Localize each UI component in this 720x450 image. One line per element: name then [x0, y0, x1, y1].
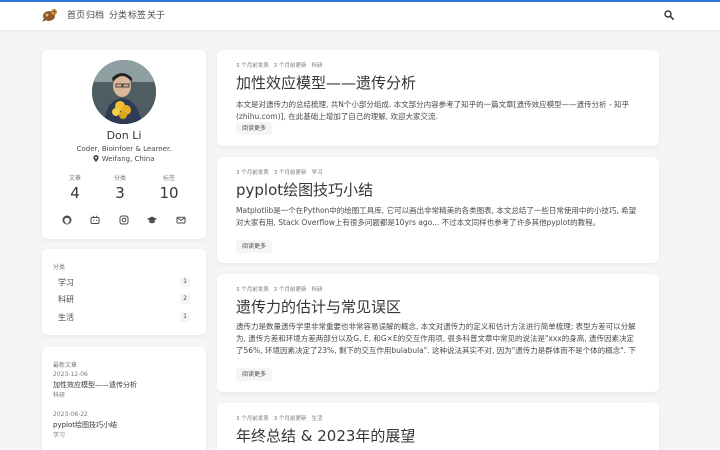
scholar-icon[interactable] — [147, 215, 157, 225]
nav-home[interactable]: 首页 — [67, 10, 85, 22]
email-icon[interactable] — [176, 215, 186, 225]
post-category[interactable]: 科研 — [312, 287, 323, 293]
stat-posts-label: 文章 — [68, 175, 81, 182]
post-card: 3 个月前发表 3 个月前更新 科研 加性效应模型——遗传分析 本文是对遗传力的总结… — [217, 50, 659, 146]
post-title[interactable]: 遗传力的估计与常见误区 — [236, 296, 401, 317]
post-card: 3 个月前发表 3 个月前更新 生活 年终总结 & 2023年的展望 — [217, 403, 659, 450]
categories-title: 分类 — [53, 264, 66, 271]
recent-post-title[interactable]: 加性效应模型——遗传分析 — [53, 380, 137, 390]
nav-tags[interactable]: 标签 — [128, 10, 146, 22]
categories-card: 分类 学习 1 科研 2 生活 1 — [42, 249, 206, 335]
post-title[interactable]: pyplot绘图技巧小结 — [236, 179, 373, 200]
read-more-button[interactable]: 阅读更多 — [236, 240, 273, 253]
post-meta: 3 个月前发表 3 个月前更新 学习 — [236, 168, 328, 176]
post-published: 3 个月前发表 — [236, 287, 269, 293]
post-excerpt: Matplotlib是一个在Python中的绘图工具库, 它可以画出非常精美的各… — [236, 206, 637, 227]
stat-categories-value: 3 — [115, 184, 125, 202]
instagram-icon[interactable] — [119, 215, 129, 225]
category-count: 2 — [180, 294, 190, 304]
post-card: 3 个月前发表 3 个月前更新 学习 pyplot绘图技巧小结 Matplotlib… — [217, 157, 659, 263]
stat-categories-label: 分类 — [113, 175, 126, 182]
read-more-button[interactable]: 阅读更多 — [236, 122, 273, 135]
location-text: Weifang, China — [101, 155, 155, 163]
post-category[interactable]: 学习 — [312, 170, 323, 176]
recent-post-category[interactable]: 学习 — [53, 430, 65, 439]
post-title[interactable]: 加性效应模型——遗传分析 — [236, 72, 416, 93]
category-item[interactable]: 生活 1 — [58, 311, 190, 325]
profile-name: Don Li — [106, 129, 142, 142]
nav-about[interactable]: 关于 — [147, 10, 165, 22]
recent-posts-card: 最新文章 2023-12-06 加性效应模型——遗传分析 科研 2023-08-… — [42, 347, 206, 450]
map-marker-icon — [93, 155, 100, 162]
profile-description: Coder, Bioinfoer & Learner. — [76, 145, 172, 153]
category-name: 生活 — [58, 313, 74, 322]
post-updated: 3 个月前更新 — [273, 170, 307, 176]
logo-icon[interactable] — [42, 8, 58, 22]
post-title[interactable]: 年终总结 & 2023年的展望 — [236, 425, 415, 446]
post-meta: 3 个月前发表 3 个月前更新 科研 — [236, 285, 328, 293]
profile-location: Weifang, China — [42, 155, 206, 163]
github-icon[interactable] — [62, 215, 72, 225]
recent-post-category[interactable]: 科研 — [53, 390, 65, 399]
search-icon[interactable] — [664, 10, 674, 20]
category-count: 1 — [180, 312, 190, 322]
stat-tags-label: 标签 — [162, 175, 175, 182]
post-meta: 3 个月前发表 3 个月前更新 科研 — [236, 61, 328, 69]
post-excerpt: 遗传力是数量遗传学里非常重要也非常容易误解的概念, 本文对遗传力的定义和估计方法… — [236, 322, 636, 355]
post-excerpt: 本文是对遗传力的总结梳理, 共N个小部分组成. 本文部分内容参考了知乎的一篇文章… — [236, 100, 630, 121]
recent-post-title[interactable]: pyplot绘图技巧小结 — [53, 420, 117, 430]
profile-card: Don Li Coder, Bioinfoer & Learner. Weifa… — [42, 50, 206, 239]
bilibili-icon[interactable] — [90, 215, 100, 225]
post-card: 3 个月前发表 3 个月前更新 科研 遗传力的估计与常见误区 遗传力是数量遗传学里非… — [217, 274, 659, 392]
nav-categories[interactable]: 分类 — [109, 10, 127, 22]
category-item[interactable]: 学习 1 — [58, 276, 190, 290]
post-category[interactable]: 生活 — [312, 416, 323, 422]
post-updated: 3 个月前更新 — [273, 287, 307, 293]
stat-categories[interactable]: 分类 3 — [100, 175, 140, 203]
stat-tags[interactable]: 标签 10 — [149, 175, 189, 203]
avatar[interactable] — [92, 60, 156, 124]
post-updated: 3 个月前更新 — [273, 416, 307, 422]
post-published: 3 个月前发表 — [236, 170, 269, 176]
nav-archive[interactable]: 归档 — [86, 10, 104, 22]
recent-post-date: 2023-12-06 — [53, 371, 88, 378]
stat-posts-value: 4 — [70, 184, 80, 202]
stat-posts[interactable]: 文章 4 — [55, 175, 95, 203]
post-meta: 3 个月前发表 3 个月前更新 生活 — [236, 414, 328, 422]
post-category[interactable]: 科研 — [312, 63, 323, 69]
recent-post-date: 2023-08-22 — [53, 411, 88, 418]
stat-tags-value: 10 — [159, 184, 179, 202]
post-updated: 3 个月前更新 — [273, 63, 307, 69]
category-item[interactable]: 科研 2 — [58, 293, 190, 307]
navbar: 首页 归档 分类 标签 关于 — [0, 2, 720, 30]
recent-title: 最新文章 — [53, 362, 78, 369]
avatar-image — [92, 60, 156, 124]
post-published: 3 个月前发表 — [236, 416, 269, 422]
category-name: 学习 — [58, 278, 74, 287]
category-name: 科研 — [58, 295, 74, 304]
category-count: 1 — [180, 277, 190, 287]
read-more-button[interactable]: 阅读更多 — [236, 368, 273, 381]
post-published: 3 个月前发表 — [236, 63, 269, 69]
